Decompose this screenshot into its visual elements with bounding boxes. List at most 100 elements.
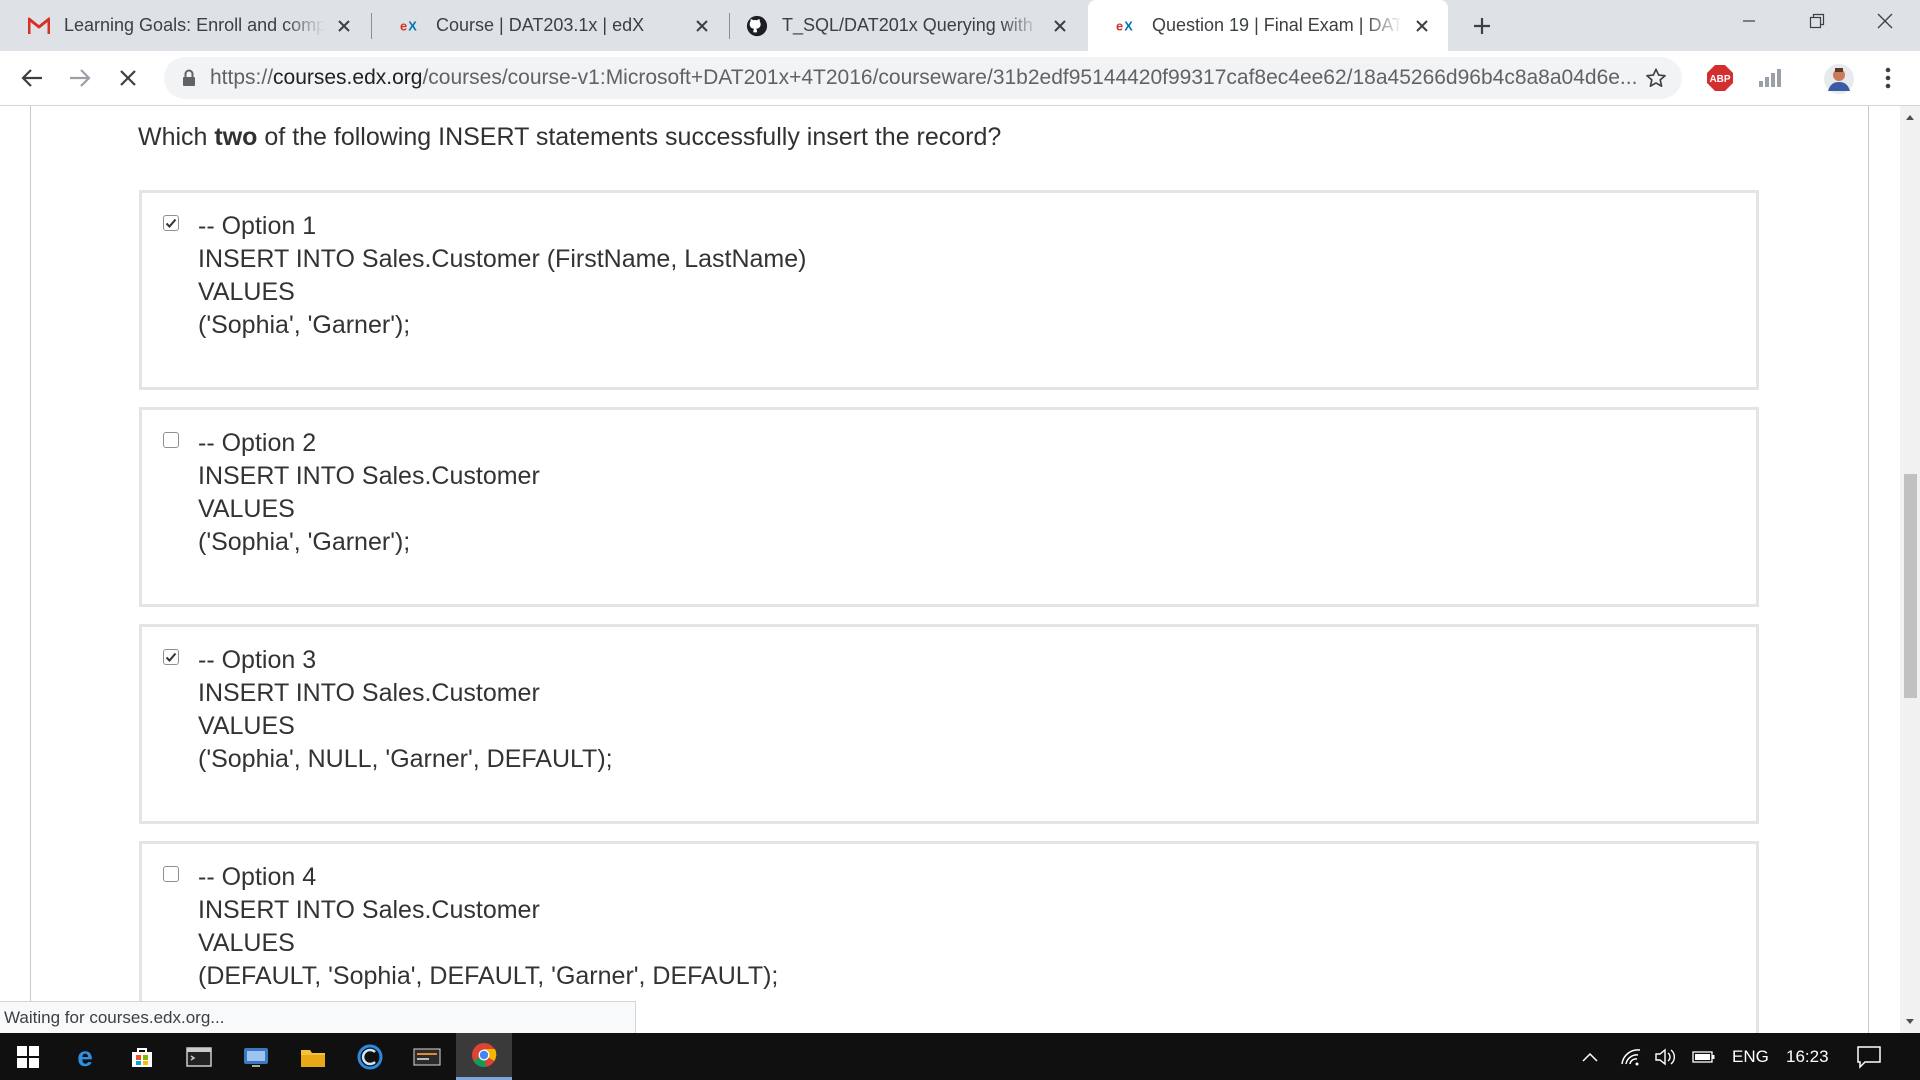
tab-title: T_SQL/DAT201x Querying with Transact-SQL [782,15,1040,35]
url-text: https://courses.edx.org/courses/course-v… [210,66,1638,89]
answer-option-1[interactable]: -- Option 1 INSERT INTO Sales.Customer (F… [139,190,1759,390]
arrow-right-icon [70,69,91,87]
battery-icon [1692,1050,1715,1063]
signal-extension-button[interactable] [1756,64,1784,92]
svg-text:e: e [77,1044,93,1070]
adblock-icon: ABP [1707,65,1733,91]
more-vertical-icon [1885,67,1891,89]
checkmark-icon [165,218,177,228]
edx-icon: eX [1116,15,1138,37]
page-content: Which two of the following INSERT statem… [0,106,1900,1033]
edge-icon: e [77,1044,93,1070]
option-4-code: -- Option 4 INSERT INTO Sales.Customer VAL… [198,863,779,990]
loading-status-bubble: Waiting for courses.edx.org... [0,1001,636,1033]
svg-text:X: X [408,19,417,33]
tray-battery[interactable] [1692,1033,1716,1080]
option-1-checkbox[interactable] [163,215,179,231]
arrow-left-icon [21,69,42,87]
adblock-extension-button[interactable]: ABP [1706,64,1734,92]
tray-volume[interactable] [1654,1033,1678,1080]
github-icon [746,15,768,37]
mysql-icon [413,1047,441,1066]
tv-icon [244,1047,268,1067]
start-button[interactable] [0,1033,56,1080]
forward-button[interactable] [64,62,96,94]
tab-final-exam[interactable]: eX Question 19 | Final Exam | DAT201x [1088,0,1448,51]
tab-title: Course | DAT203.1x | edX [436,15,645,35]
close-window-button[interactable] [1850,0,1920,42]
close-icon [1877,13,1893,29]
content-border-right [1868,106,1869,1033]
new-tab-button[interactable] [1466,10,1498,42]
signal-bars-icon [1759,69,1781,87]
option-2-checkbox[interactable] [163,432,179,448]
content-border-left [30,106,31,1033]
option-3-checkbox[interactable] [163,649,179,665]
chrome-menu-button[interactable] [1876,64,1900,92]
stop-loading-button[interactable] [112,62,144,94]
taskbar-store[interactable] [114,1033,170,1080]
checkmark-icon [165,652,177,662]
avatar-icon [1824,64,1854,94]
close-tab-icon[interactable] [332,14,356,38]
profile-avatar-button[interactable] [1822,64,1856,94]
option-4-checkbox[interactable] [163,866,179,882]
option-2-code: -- Option 2 INSERT INTO Sales.Customer VAL… [198,429,540,556]
question-prompt: Which two of the following INSERT statem… [138,123,1002,151]
action-center-icon [1857,1045,1881,1069]
tray-show-hidden-icons[interactable] [1582,1033,1598,1080]
tab-github[interactable]: T_SQL/DAT201x Querying with Transact-SQL [730,0,1086,51]
chevron-up-icon [1582,1052,1598,1062]
store-icon [132,1047,152,1067]
tray-clock[interactable]: 16:23 [1786,1033,1829,1080]
taskbar-tv-app[interactable] [228,1033,284,1080]
address-bar[interactable]: https://courses.edx.org/courses/course-v… [164,57,1682,99]
wifi-icon [1621,1048,1641,1065]
tab-edx-course[interactable]: eX Course | DAT203.1x | edX [372,0,728,51]
scrollbar-thumb[interactable] [1904,474,1917,698]
close-tab-icon[interactable] [1410,14,1434,38]
tray-wifi[interactable] [1620,1033,1642,1080]
browser-toolbar: https://courses.edx.org/courses/course-v… [0,51,1920,106]
terminal-icon [186,1046,212,1067]
svg-text:X: X [1124,19,1133,33]
back-button[interactable] [16,62,48,94]
taskbar-mysql-workbench[interactable] [399,1033,455,1080]
file-explorer-icon [301,1049,325,1067]
svg-text:e: e [1116,19,1123,33]
chrome-icon [472,1043,497,1068]
answer-option-2[interactable]: -- Option 2 INSERT INTO Sales.Customer VAL… [139,407,1759,607]
edx-icon: eX [400,15,422,37]
plus-icon [1474,18,1490,34]
taskbar-terminal[interactable] [171,1033,227,1080]
close-tab-icon[interactable] [690,14,714,38]
tab-gmail[interactable]: Learning Goals: Enroll and complete [0,0,370,51]
ccleaner-icon [357,1044,383,1069]
taskbar-file-explorer[interactable] [285,1033,341,1080]
restore-button[interactable] [1782,0,1852,42]
gmail-icon [28,15,50,37]
windows-taskbar: e ENG 16:23 [0,1033,1920,1080]
tab-strip: Learning Goals: Enroll and complete eX C… [0,0,1920,51]
bookmark-star-icon[interactable] [1644,66,1668,90]
svg-text:ABP: ABP [1709,74,1730,85]
close-tab-icon[interactable] [1048,14,1072,38]
restore-icon [1809,13,1825,29]
close-icon [120,70,136,86]
scroll-up-arrow-icon[interactable] [1900,108,1920,126]
taskbar-edge[interactable]: e [57,1033,113,1080]
tray-notifications[interactable] [1856,1033,1882,1080]
option-1-code: -- Option 1 INSERT INTO Sales.Customer (F… [198,212,807,339]
tab-title: Question 19 | Final Exam | DAT201x [1152,15,1402,35]
minimize-icon [1743,20,1755,22]
taskbar-chrome[interactable] [456,1033,512,1080]
taskbar-ccleaner[interactable] [342,1033,398,1080]
vertical-scrollbar[interactable] [1900,106,1920,1033]
answer-option-3[interactable]: -- Option 3 INSERT INTO Sales.Customer VAL… [139,624,1759,824]
scroll-down-arrow-icon[interactable] [1900,1013,1920,1031]
lock-icon [180,69,198,87]
minimize-button[interactable] [1714,0,1784,42]
tray-language[interactable]: ENG [1732,1033,1769,1080]
windows-logo-icon [17,1045,39,1068]
tab-title: Learning Goals: Enroll and complete [64,15,324,35]
